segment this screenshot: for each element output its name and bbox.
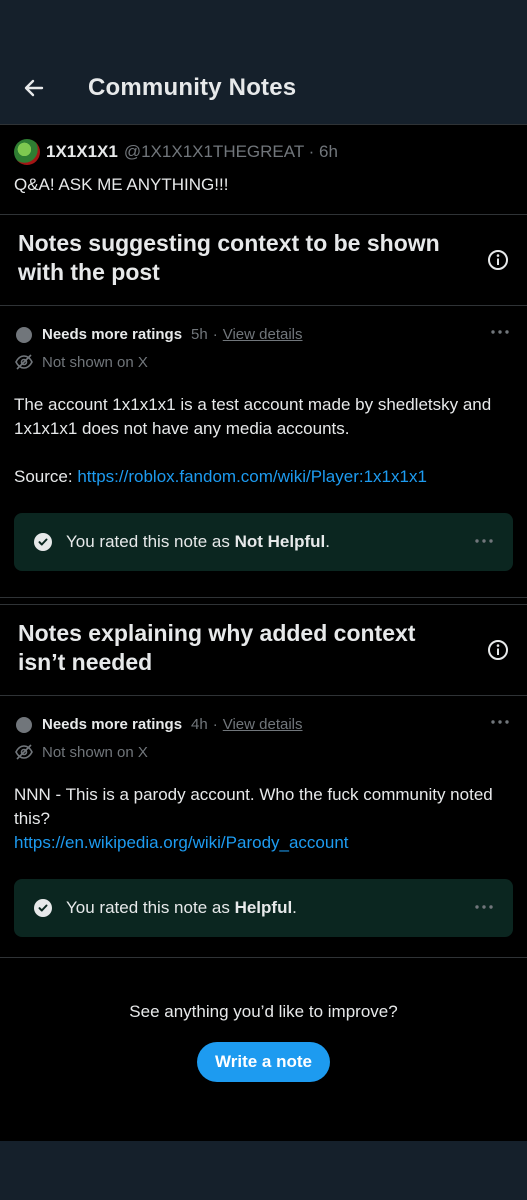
section-title: Notes suggesting context to be shown wit… (18, 230, 440, 285)
eye-slash-icon (15, 744, 33, 760)
note-status: Needs more ratings (42, 716, 183, 733)
info-circle-icon[interactable] (487, 249, 509, 271)
note-text: NNN - This is a parody account. Who the … (14, 785, 493, 828)
source-label: Source: (14, 467, 73, 486)
bottom-nav-bar (0, 1141, 527, 1200)
note-body: The account 1x1x1x1 is a test account ma… (14, 393, 513, 489)
status-bar (0, 0, 527, 52)
note-time: 5h (191, 326, 208, 343)
note-status: Needs more ratings (42, 326, 183, 343)
rating-more-button[interactable] (475, 533, 493, 549)
section-header-context: Notes suggesting context to be shown wit… (0, 215, 527, 306)
note-card[interactable]: Needs more ratings 4h · View details Not… (0, 696, 527, 953)
note-more-button[interactable] (489, 714, 511, 730)
note-more-button[interactable] (489, 324, 511, 340)
not-shown-label: Not shown on X (42, 353, 148, 371)
note-text: The account 1x1x1x1 is a test account ma… (14, 395, 492, 438)
back-button[interactable] (0, 52, 68, 124)
top-header: Community Notes (0, 52, 527, 125)
rating-more-button[interactable] (475, 899, 493, 915)
status-dot (16, 326, 32, 343)
rating-text: You rated this note as Helpful. (66, 898, 297, 917)
status-dot (16, 716, 32, 733)
section-header-not-needed: Notes explaining why added context isn’t… (0, 605, 527, 696)
reference-link[interactable]: https://en.wikipedia.org/wiki/Parody_acc… (14, 831, 513, 855)
source-link[interactable]: https://roblox.fandom.com/wiki/Player:1x… (77, 467, 427, 486)
more-dots-icon (491, 330, 509, 334)
note-time: 4h (191, 716, 208, 733)
section-divider (0, 597, 527, 605)
rating-banner: You rated this note as Not Helpful. (14, 513, 513, 571)
view-details-link[interactable]: View details (223, 326, 303, 343)
page-title: Community Notes (88, 74, 297, 101)
footer: See anything you’d like to improve? Writ… (0, 958, 527, 1082)
post-author-handle: @1X1X1X1THEGREAT · 6h (123, 142, 338, 161)
eye-slash-icon (15, 354, 33, 370)
more-dots-icon (475, 905, 493, 909)
post-text: Q&A! ASK ME ANYTHING!!! (14, 175, 229, 194)
quoted-post[interactable]: 1X1X1X1 @1X1X1X1THEGREAT · 6h Q&A! ASK M… (0, 125, 527, 215)
more-dots-icon (491, 720, 509, 724)
arrow-left-icon (24, 79, 44, 97)
rating-text: You rated this note as Not Helpful. (66, 532, 330, 551)
note-card[interactable]: Needs more ratings 5h · View details Not… (0, 306, 527, 587)
improve-prompt: See anything you’d like to improve? (129, 1002, 398, 1021)
rating-banner: You rated this note as Helpful. (14, 879, 513, 937)
not-shown-label: Not shown on X (42, 743, 148, 761)
view-details-link[interactable]: View details (223, 716, 303, 733)
post-author-name[interactable]: 1X1X1X1 (46, 142, 118, 162)
check-circle-icon (34, 899, 52, 917)
info-circle-icon[interactable] (487, 639, 509, 661)
write-note-button[interactable]: Write a note (197, 1042, 330, 1082)
section-title: Notes explaining why added context isn’t… (18, 620, 416, 675)
more-dots-icon (475, 539, 493, 543)
check-circle-icon (34, 533, 52, 551)
avatar[interactable] (14, 139, 40, 165)
note-body: NNN - This is a parody account. Who the … (14, 783, 513, 855)
